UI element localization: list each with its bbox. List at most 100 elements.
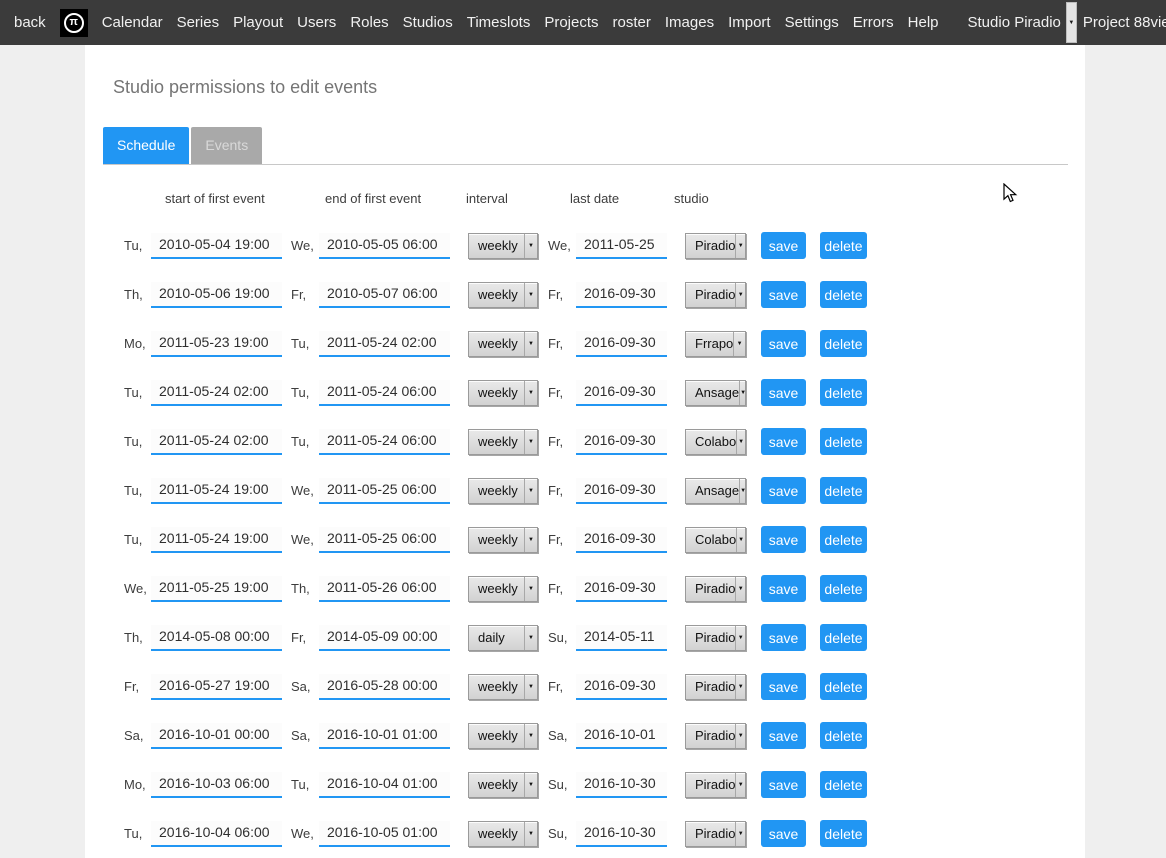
studio-row-select[interactable]: Piradio ▼: [685, 233, 746, 259]
end-datetime-input[interactable]: [319, 625, 450, 651]
start-datetime-input[interactable]: [151, 527, 282, 553]
end-datetime-input[interactable]: [319, 527, 450, 553]
interval-select[interactable]: daily ▼: [468, 625, 538, 651]
delete-button[interactable]: delete: [820, 428, 867, 455]
save-button[interactable]: save: [761, 722, 806, 749]
studio-row-select[interactable]: Piradio ▼: [685, 821, 746, 847]
delete-button[interactable]: delete: [820, 379, 867, 406]
end-datetime-input[interactable]: [319, 576, 450, 602]
save-button[interactable]: save: [761, 673, 806, 700]
last-date-input[interactable]: [576, 723, 667, 749]
start-datetime-input[interactable]: [151, 576, 282, 602]
end-datetime-input[interactable]: [319, 233, 450, 259]
interval-select[interactable]: weekly ▼: [468, 331, 538, 357]
studio-row-select[interactable]: Ansage ▼: [685, 478, 746, 504]
delete-button[interactable]: delete: [820, 232, 867, 259]
delete-button[interactable]: delete: [820, 575, 867, 602]
last-date-input[interactable]: [576, 576, 667, 602]
interval-select[interactable]: weekly ▼: [468, 429, 538, 455]
studio-select[interactable]: Studio Piradio ▼: [962, 2, 1077, 43]
nav-item-settings[interactable]: Settings: [778, 14, 846, 31]
last-date-input[interactable]: [576, 674, 667, 700]
studio-row-select[interactable]: Colabo ▼: [685, 429, 746, 455]
start-datetime-input[interactable]: [151, 331, 282, 357]
end-datetime-input[interactable]: [319, 772, 450, 798]
studio-row-select[interactable]: Piradio ▼: [685, 282, 746, 308]
start-datetime-input[interactable]: [151, 380, 282, 406]
last-date-input[interactable]: [576, 527, 667, 553]
nav-item-images[interactable]: Images: [658, 14, 721, 31]
tab-events[interactable]: Events: [191, 127, 262, 164]
save-button[interactable]: save: [761, 771, 806, 798]
delete-button[interactable]: delete: [820, 820, 867, 847]
interval-select[interactable]: weekly ▼: [468, 478, 538, 504]
nav-item-calendar[interactable]: Calendar: [95, 14, 170, 31]
end-datetime-input[interactable]: [319, 821, 450, 847]
start-datetime-input[interactable]: [151, 772, 282, 798]
end-datetime-input[interactable]: [319, 478, 450, 504]
start-datetime-input[interactable]: [151, 821, 282, 847]
nav-item-playout[interactable]: Playout: [226, 14, 290, 31]
nav-item-projects[interactable]: Projects: [537, 14, 605, 31]
studio-row-select[interactable]: Piradio ▼: [685, 576, 746, 602]
start-datetime-input[interactable]: [151, 429, 282, 455]
studio-row-select[interactable]: Colabo ▼: [685, 527, 746, 553]
delete-button[interactable]: delete: [820, 526, 867, 553]
save-button[interactable]: save: [761, 624, 806, 651]
tab-schedule[interactable]: Schedule: [103, 127, 189, 164]
nav-item-timeslots[interactable]: Timeslots: [460, 14, 538, 31]
last-date-input[interactable]: [576, 380, 667, 406]
interval-select[interactable]: weekly ▼: [468, 527, 538, 553]
nav-item-series[interactable]: Series: [170, 14, 227, 31]
studio-row-select[interactable]: Frrapo ▼: [685, 331, 746, 357]
last-date-input[interactable]: [576, 478, 667, 504]
interval-select[interactable]: weekly ▼: [468, 772, 538, 798]
last-date-input[interactable]: [576, 772, 667, 798]
save-button[interactable]: save: [761, 281, 806, 308]
interval-select[interactable]: weekly ▼: [468, 576, 538, 602]
interval-select[interactable]: weekly ▼: [468, 282, 538, 308]
save-button[interactable]: save: [761, 428, 806, 455]
back-link[interactable]: back: [14, 14, 53, 31]
end-datetime-input[interactable]: [319, 723, 450, 749]
nav-item-import[interactable]: Import: [721, 14, 778, 31]
save-button[interactable]: save: [761, 477, 806, 504]
nav-item-users[interactable]: Users: [290, 14, 343, 31]
nav-item-roles[interactable]: Roles: [343, 14, 395, 31]
start-datetime-input[interactable]: [151, 625, 282, 651]
nav-item-errors[interactable]: Errors: [846, 14, 901, 31]
studio-row-select[interactable]: Piradio ▼: [685, 625, 746, 651]
save-button[interactable]: save: [761, 232, 806, 259]
save-button[interactable]: save: [761, 526, 806, 553]
nav-item-studios[interactable]: Studios: [396, 14, 460, 31]
last-date-input[interactable]: [576, 233, 667, 259]
end-datetime-input[interactable]: [319, 429, 450, 455]
delete-button[interactable]: delete: [820, 477, 867, 504]
interval-select[interactable]: weekly ▼: [468, 233, 538, 259]
end-datetime-input[interactable]: [319, 380, 450, 406]
start-datetime-input[interactable]: [151, 233, 282, 259]
project-select[interactable]: Project 88vier ▼: [1077, 2, 1166, 43]
delete-button[interactable]: delete: [820, 330, 867, 357]
end-datetime-input[interactable]: [319, 282, 450, 308]
save-button[interactable]: save: [761, 820, 806, 847]
studio-row-select[interactable]: Piradio ▼: [685, 723, 746, 749]
last-date-input[interactable]: [576, 331, 667, 357]
chevron-down-icon[interactable]: ▼: [1066, 2, 1077, 43]
start-datetime-input[interactable]: [151, 674, 282, 700]
last-date-input[interactable]: [576, 821, 667, 847]
interval-select[interactable]: weekly ▼: [468, 674, 538, 700]
delete-button[interactable]: delete: [820, 673, 867, 700]
interval-select[interactable]: weekly ▼: [468, 380, 538, 406]
studio-row-select[interactable]: Piradio ▼: [685, 772, 746, 798]
interval-select[interactable]: weekly ▼: [468, 723, 538, 749]
start-datetime-input[interactable]: [151, 478, 282, 504]
delete-button[interactable]: delete: [820, 771, 867, 798]
save-button[interactable]: save: [761, 330, 806, 357]
start-datetime-input[interactable]: [151, 723, 282, 749]
end-datetime-input[interactable]: [319, 674, 450, 700]
start-datetime-input[interactable]: [151, 282, 282, 308]
studio-row-select[interactable]: Piradio ▼: [685, 674, 746, 700]
delete-button[interactable]: delete: [820, 624, 867, 651]
last-date-input[interactable]: [576, 429, 667, 455]
